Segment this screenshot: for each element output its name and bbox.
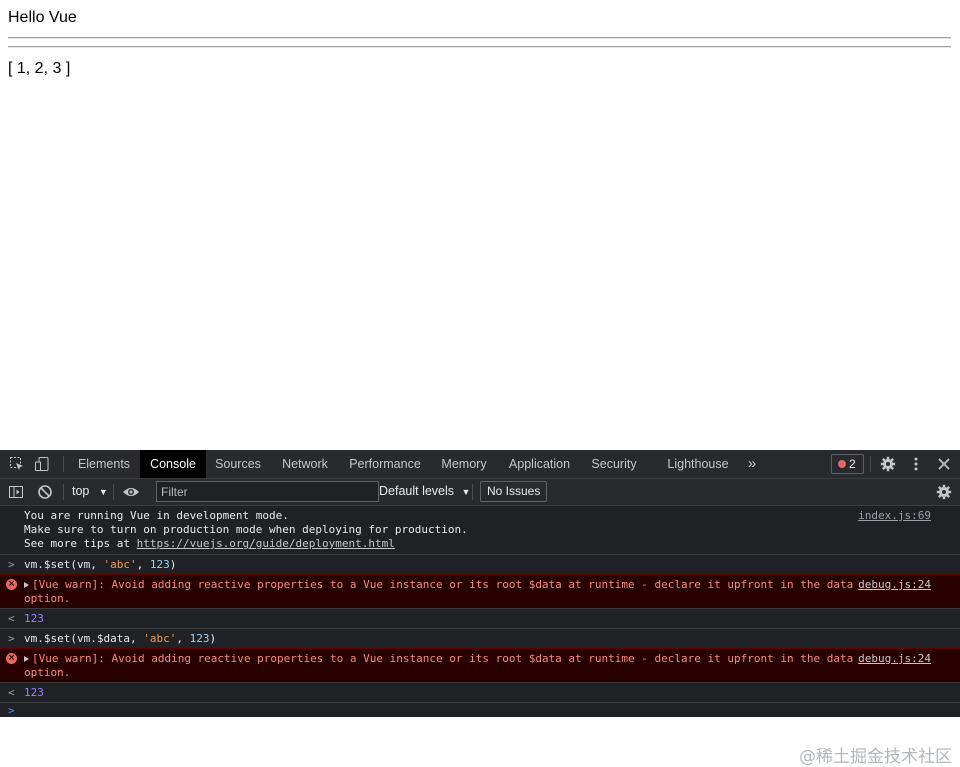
error-text-line: option. — [24, 666, 71, 679]
array-output: [ 1, 2, 3 ] — [8, 60, 71, 77]
error-text-line: option. — [24, 592, 71, 605]
tab-sources[interactable]: Sources — [207, 450, 269, 478]
result-value: 123 — [24, 686, 44, 699]
error-text-line: [Vue warn]: Avoid adding reactive proper… — [32, 652, 854, 665]
more-options-icon[interactable] — [908, 456, 924, 472]
tab-network[interactable]: Network — [272, 450, 338, 478]
error-circle-icon: × — [6, 653, 17, 664]
chevron-down-icon: ▼ — [98, 487, 108, 497]
expand-triangle-icon[interactable] — [24, 582, 29, 588]
error-text-line: [Vue warn]: Avoid adding reactive proper… — [32, 578, 854, 591]
code-number: 123 — [189, 632, 210, 645]
console-message-error: × [Vue warn]: Avoid adding reactive prop… — [0, 648, 960, 682]
console-prompt-icon: > — [8, 704, 15, 717]
devtools-tabbar: Elements Console Sources Network Perform… — [0, 450, 960, 479]
inspect-element-icon[interactable] — [9, 456, 25, 472]
close-icon[interactable] — [936, 456, 952, 472]
error-text[interactable]: [Vue warn]: Avoid adding reactive proper… — [24, 652, 853, 665]
error-count-badge[interactable]: 2 — [831, 454, 864, 474]
toolbar-separator — [472, 484, 473, 500]
more-tabs-button[interactable]: » — [742, 450, 762, 478]
error-circle-icon: × — [6, 579, 17, 590]
log-levels-dropdown[interactable]: Default levels ▼ — [379, 484, 470, 498]
console-prompt-row[interactable]: > — [0, 702, 960, 717]
error-text[interactable]: [Vue warn]: Avoid adding reactive proper… — [24, 578, 853, 591]
filter-input[interactable] — [156, 481, 379, 502]
page-title: Hello Vue — [8, 9, 77, 26]
console-output[interactable]: You are running Vue in development mode.… — [0, 506, 960, 767]
code-text: ) — [169, 558, 177, 571]
console-message-info: You are running Vue in development mode.… — [0, 506, 960, 554]
console-text: See more tips at https://vuejs.org/guide… — [24, 537, 395, 550]
levels-label: Default levels — [379, 484, 455, 498]
devtools-panel: Elements Console Sources Network Perform… — [0, 450, 960, 767]
code-string: 'abc' — [143, 632, 177, 645]
tab-memory[interactable]: Memory — [432, 450, 496, 478]
toolbar-separator — [63, 484, 64, 500]
error-icon — [838, 460, 846, 468]
context-selector[interactable]: top ▼ — [72, 484, 108, 498]
console-command: vm.$set(vm.$data, 'abc', 123) — [24, 632, 216, 645]
console-message-error: × [Vue warn]: Avoid adding reactive prop… — [0, 574, 960, 608]
tab-security[interactable]: Security — [583, 450, 645, 478]
page-content: Hello Vue [ 1, 2, 3 ] — [0, 0, 960, 450]
issues-button[interactable]: No Issues — [480, 481, 548, 502]
tab-console[interactable]: Console — [140, 450, 206, 478]
sidebar-toggle-icon[interactable] — [8, 484, 24, 500]
toolbar-separator — [63, 456, 64, 472]
input-prompt-icon: > — [8, 632, 15, 645]
code-text: ) — [209, 632, 217, 645]
console-text: You are running Vue in development mode. — [24, 509, 289, 522]
result-arrow-icon: < — [8, 612, 15, 625]
input-prompt-icon: > — [8, 558, 15, 571]
code-text: vm.$set(vm.$data, — [24, 632, 144, 645]
console-settings-gear-icon[interactable] — [936, 484, 952, 500]
chevron-down-icon: ▼ — [461, 487, 471, 497]
context-label: top — [72, 484, 90, 498]
code-text: vm.$set(vm, — [24, 558, 104, 571]
eye-icon[interactable] — [122, 484, 139, 500]
expand-triangle-icon[interactable] — [24, 656, 29, 662]
toolbar-separator — [113, 484, 114, 500]
toolbar-separator — [870, 456, 871, 472]
code-string: 'abc' — [103, 558, 137, 571]
settings-gear-icon[interactable] — [880, 456, 896, 472]
console-text: See more tips at — [24, 537, 137, 550]
result-value: 123 — [24, 612, 44, 625]
clear-console-icon[interactable] — [37, 484, 53, 500]
console-input-row: > vm.$set(vm, 'abc', 123) — [0, 554, 960, 574]
tab-application[interactable]: Application — [499, 450, 580, 478]
source-link[interactable]: debug.js:24 — [858, 578, 931, 591]
source-link[interactable]: index.js:69 — [858, 509, 931, 522]
result-arrow-icon: < — [8, 686, 15, 699]
code-number: 123 — [149, 558, 170, 571]
tab-elements[interactable]: Elements — [70, 450, 138, 478]
code-text: , — [176, 632, 190, 645]
code-text: , — [136, 558, 150, 571]
console-text: Make sure to turn on production mode whe… — [24, 523, 468, 536]
divider — [8, 37, 951, 39]
divider — [8, 46, 951, 48]
console-command: vm.$set(vm, 'abc', 123) — [24, 558, 176, 571]
console-input-row: > vm.$set(vm.$data, 'abc', 123) — [0, 628, 960, 648]
console-result-row: < 123 — [0, 608, 960, 628]
tab-performance[interactable]: Performance — [340, 450, 430, 478]
source-link[interactable]: debug.js:24 — [858, 652, 931, 665]
console-result-row: < 123 — [0, 682, 960, 702]
console-filter-bar: top ▼ Default levels ▼ No Issues — [0, 479, 960, 506]
error-count: 2 — [849, 457, 856, 471]
device-toolbar-icon[interactable] — [34, 456, 50, 472]
tab-lighthouse[interactable]: Lighthouse — [658, 450, 738, 478]
watermark: @稀土掘金技术社区 — [799, 747, 952, 767]
deployment-guide-link[interactable]: https://vuejs.org/guide/deployment.html — [137, 537, 395, 550]
